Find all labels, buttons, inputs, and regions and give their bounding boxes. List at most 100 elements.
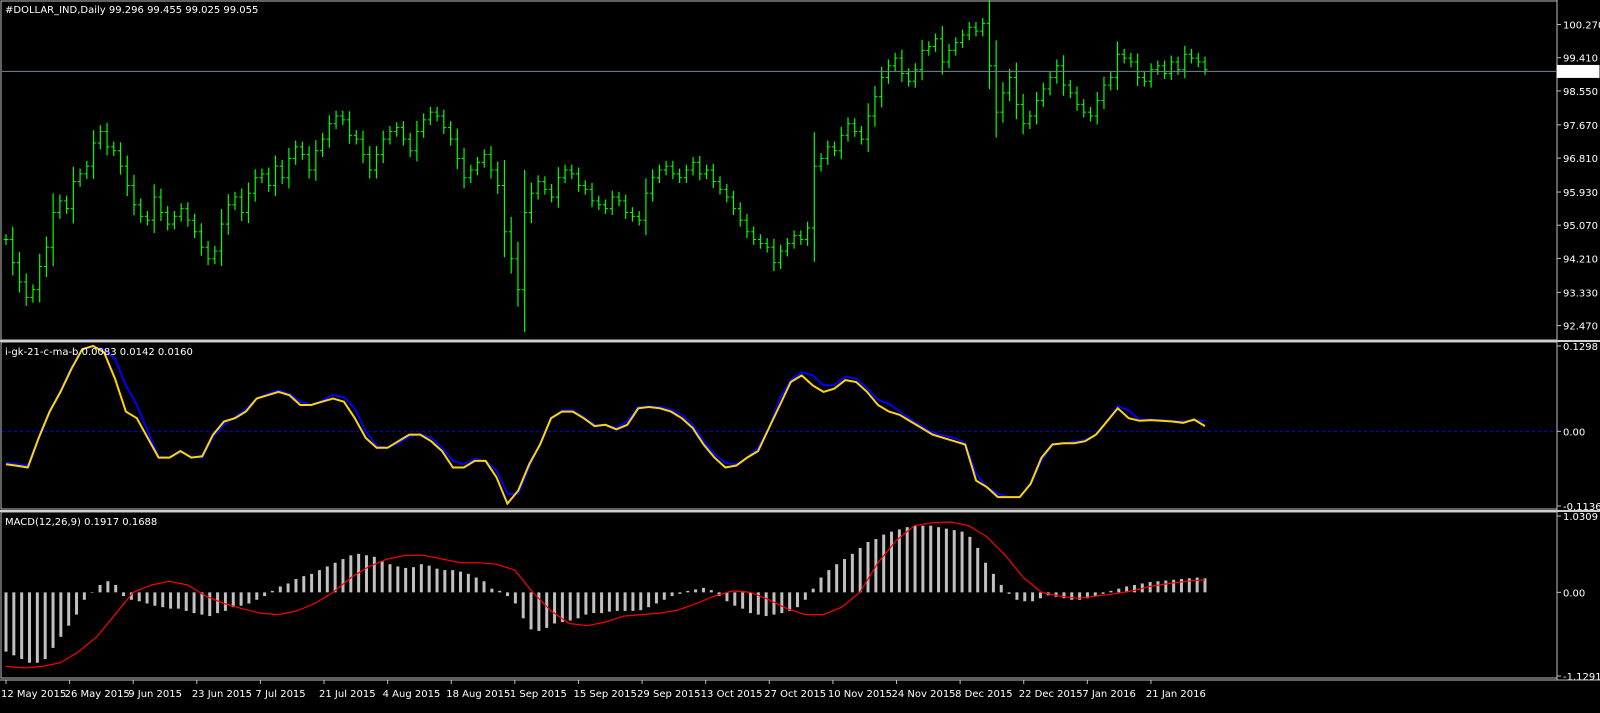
macd-hist-bar xyxy=(1172,579,1176,593)
macd-hist-bar xyxy=(545,592,549,628)
macd-hist-bar xyxy=(843,559,847,593)
macd-hist-bar xyxy=(866,541,870,593)
macd-hist-bar xyxy=(1101,592,1105,594)
macd-hist-bar xyxy=(882,534,886,593)
macd-hist-bar xyxy=(905,527,909,593)
macd-hist-bar xyxy=(137,592,141,602)
axis-tick-label: 100.270 xyxy=(1563,21,1600,32)
time-tick-label: 22 Dec 2015 xyxy=(1019,689,1083,700)
macd-hist-bar xyxy=(623,592,627,611)
macd-hist-bar xyxy=(419,564,423,593)
macd-hist-bar xyxy=(82,592,86,600)
macd-hist-bar xyxy=(788,592,792,611)
macd-hist-bar xyxy=(529,592,533,630)
macd-hist-bar xyxy=(43,592,47,660)
axis-tick-label: 92.470 xyxy=(1563,322,1598,333)
time-tick-label: 23 Jun 2015 xyxy=(192,689,252,700)
macd-info-label: MACD(12,26,9) 0.1917 0.1688 xyxy=(5,517,157,528)
macd-hist-bar xyxy=(795,592,799,608)
macd-hist-bar xyxy=(890,531,894,593)
macd-hist-bar xyxy=(631,592,635,611)
axis-tick-label: 96.810 xyxy=(1563,154,1598,165)
axis-tick-label: 0.1298 xyxy=(1563,342,1598,353)
axis-tick-label: 95.070 xyxy=(1563,221,1598,232)
macd-hist-bar xyxy=(75,592,79,615)
macd-hist-bar xyxy=(991,573,995,593)
time-tick-label: 29 Sep 2015 xyxy=(637,689,700,700)
macd-hist-bar xyxy=(819,577,823,593)
trading-chart[interactable]: 100.270 99.410 98.550 97.670 96.810 95.930 95.… xyxy=(0,0,1600,713)
time-tick-label: 13 Oct 2015 xyxy=(701,689,763,700)
macd-hist-bar xyxy=(263,592,267,597)
macd-hist-bar xyxy=(161,592,165,608)
macd-hist-bar xyxy=(184,592,188,611)
macd-hist-bar xyxy=(513,592,517,604)
macd-hist-bar xyxy=(678,592,682,594)
macd-hist-bar xyxy=(686,590,690,593)
time-tick-label: 26 May 2015 xyxy=(65,689,130,700)
macd-hist-bar xyxy=(506,592,510,597)
macd-hist-bar xyxy=(67,592,71,626)
macd-hist-bar xyxy=(145,592,149,604)
macd-hist-bar xyxy=(827,570,831,593)
macd-hist-bar xyxy=(443,570,447,593)
macd-hist-bar xyxy=(106,581,110,593)
macd-hist-bar xyxy=(1156,581,1160,593)
macd-hist-bar xyxy=(952,530,956,593)
macd-hist-bar xyxy=(764,592,768,617)
macd-hist-bar xyxy=(498,590,502,593)
axis-tick-label: 93.330 xyxy=(1563,288,1598,299)
macd-hist-bar xyxy=(310,573,314,593)
macd-hist-bar xyxy=(576,592,580,619)
macd-hist-bar xyxy=(435,568,439,593)
macd-hist-bar xyxy=(1062,592,1066,599)
time-tick-label: 7 Jan 2016 xyxy=(1082,689,1136,700)
macd-hist-bar xyxy=(12,592,16,656)
macd-hist-bar xyxy=(1023,592,1027,602)
macd-hist-bar xyxy=(388,564,392,593)
macd-hist-bar xyxy=(1117,588,1121,593)
macd-hist-bar xyxy=(459,571,463,593)
axis-tick-label: 99.410 xyxy=(1563,54,1598,65)
macd-hist-bar xyxy=(701,587,705,593)
macd-hist-bar xyxy=(858,547,862,593)
macd-hist-bar xyxy=(200,592,204,615)
macd-hist-bar xyxy=(35,592,39,663)
time-tick-label: 1 Sep 2015 xyxy=(510,689,567,700)
macd-hist-bar xyxy=(1015,592,1019,600)
time-tick-label: 9 Jun 2015 xyxy=(128,689,182,700)
macd-hist-bar xyxy=(59,592,63,637)
macd-hist-bar xyxy=(670,592,674,597)
macd-hist-bar xyxy=(1038,592,1042,599)
macd-hist-bar xyxy=(803,592,807,600)
time-tick-label: 4 Aug 2015 xyxy=(383,689,441,700)
chart-background xyxy=(0,0,1600,713)
axis-tick-label: 94.210 xyxy=(1563,254,1598,265)
macd-hist-bar xyxy=(592,592,596,614)
macd-hist-bar xyxy=(772,592,776,615)
macd-hist-bar xyxy=(984,562,988,593)
macd-hist-bar xyxy=(482,581,486,593)
macd-hist-bar xyxy=(28,592,32,663)
macd-hist-bar xyxy=(51,592,55,648)
macd-hist-bar xyxy=(20,592,24,660)
time-tick-label: 7 Jul 2015 xyxy=(255,689,305,700)
macd-hist-bar xyxy=(999,584,1003,593)
macd-hist-bar xyxy=(1070,592,1074,600)
macd-hist-bar xyxy=(976,547,980,593)
macd-hist-bar xyxy=(937,527,941,593)
macd-hist-bar xyxy=(811,588,815,593)
macd-hist-bar xyxy=(944,528,948,593)
macd-hist-bar xyxy=(239,592,243,606)
symbol-info-label: #DOLLAR_IND,Daily 99.296 99.455 99.025 9… xyxy=(5,5,258,16)
macd-hist-bar xyxy=(1132,584,1136,593)
macd-hist-bar xyxy=(600,592,604,614)
macd-hist-bar xyxy=(412,567,416,593)
time-tick-label: 15 Sep 2015 xyxy=(573,689,636,700)
axis-tick-label: 95.930 xyxy=(1563,188,1598,199)
time-tick-label: 8 Dec 2015 xyxy=(955,689,1013,700)
macd-hist-bar xyxy=(1031,592,1035,602)
macd-hist-bar xyxy=(153,592,157,606)
macd-hist-bar xyxy=(835,564,839,593)
macd-hist-bar xyxy=(960,531,964,593)
